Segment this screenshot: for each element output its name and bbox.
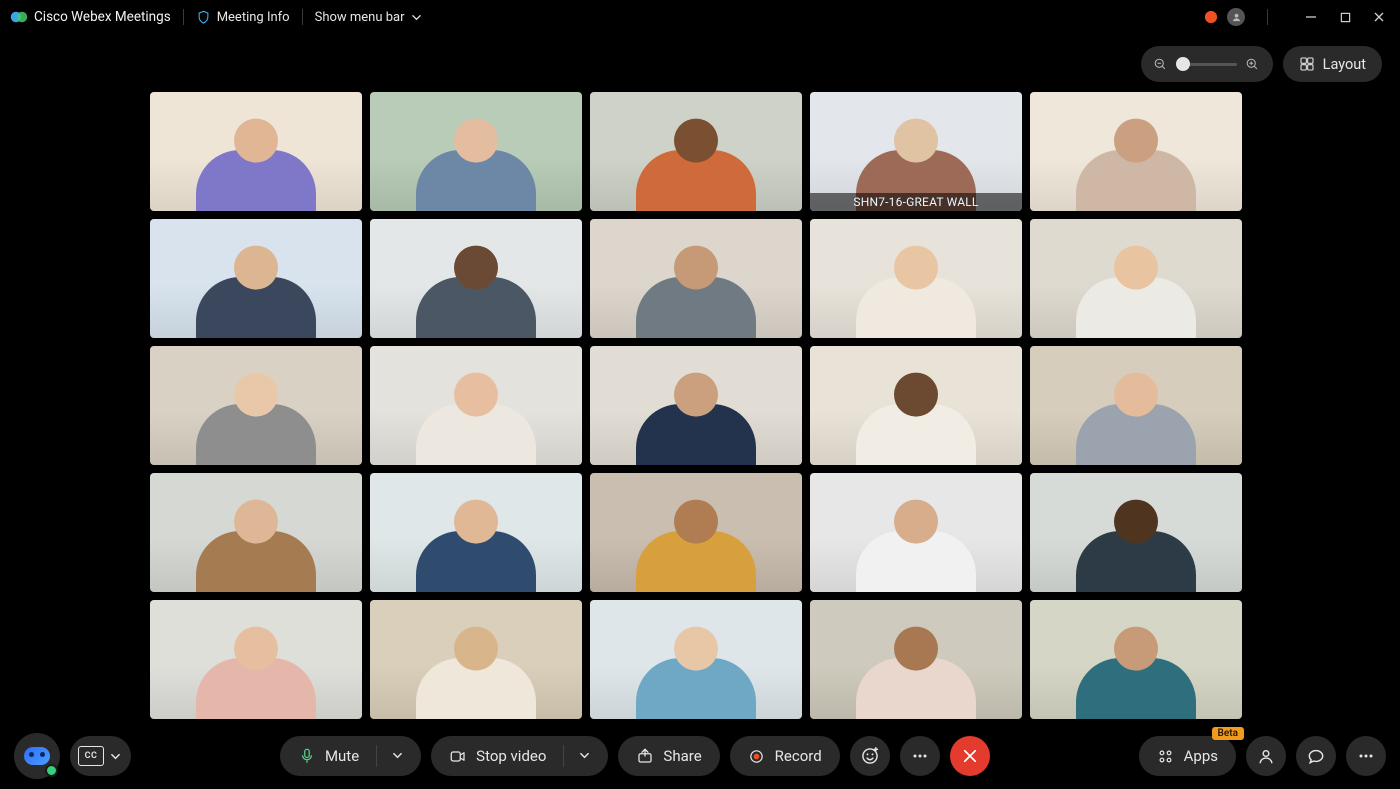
shield-icon <box>196 10 211 25</box>
zoom-out-button[interactable] <box>1153 56 1169 72</box>
cc-icon: CC <box>78 746 104 766</box>
participant-tile[interactable] <box>370 92 582 211</box>
maximize-button[interactable] <box>1338 10 1352 24</box>
participant-tile[interactable] <box>810 473 1022 592</box>
layout-icon <box>1299 56 1315 72</box>
video-options-button[interactable] <box>569 747 590 765</box>
participant-tile[interactable] <box>590 473 802 592</box>
participant-tile[interactable]: SHN7-16-GREAT WALL <box>810 92 1022 211</box>
user-avatar[interactable] <box>1227 8 1245 26</box>
camera-icon <box>449 747 467 765</box>
record-label: Record <box>775 747 822 765</box>
share-icon <box>636 747 654 765</box>
apps-label: Apps <box>1184 747 1218 765</box>
separator <box>183 9 184 25</box>
chevron-down-icon <box>110 751 121 762</box>
participant-tile[interactable] <box>370 600 582 719</box>
participant-tile[interactable] <box>150 600 362 719</box>
app-name: Cisco Webex Meetings <box>34 9 171 25</box>
captions-button[interactable]: CC <box>70 736 131 776</box>
participant-tile[interactable] <box>1030 346 1242 465</box>
layout-button[interactable]: Layout <box>1283 46 1382 82</box>
participant-tile[interactable] <box>370 473 582 592</box>
title-bar: Cisco Webex Meetings Meeting Info Show m… <box>0 0 1400 34</box>
apps-icon <box>1157 747 1175 765</box>
mute-button[interactable]: Mute <box>280 736 421 776</box>
presence-indicator <box>45 764 58 777</box>
recording-indicator-icon <box>1205 11 1217 23</box>
assistant-button[interactable] <box>14 733 60 779</box>
participants-panel-button[interactable] <box>1246 736 1286 776</box>
assistant-icon <box>24 747 50 765</box>
participant-tile[interactable] <box>370 346 582 465</box>
chat-panel-button[interactable] <box>1296 736 1336 776</box>
participant-tile[interactable] <box>1030 219 1242 338</box>
chevron-down-icon <box>579 750 590 761</box>
separator <box>1267 9 1268 25</box>
more-options-button[interactable] <box>900 736 940 776</box>
participant-tile[interactable] <box>590 92 802 211</box>
participant-tile[interactable] <box>590 346 802 465</box>
apps-button[interactable]: Apps Beta <box>1139 736 1236 776</box>
beta-badge: Beta <box>1212 727 1244 740</box>
zoom-control <box>1141 46 1273 82</box>
participant-tile[interactable] <box>150 346 362 465</box>
participants-grid: SHN7-16-GREAT WALL <box>150 92 1242 719</box>
menu-bar-label: Show menu bar <box>315 10 405 25</box>
participant-tile[interactable] <box>150 219 362 338</box>
participant-name: SHN7-16-GREAT WALL <box>810 193 1022 211</box>
reactions-button[interactable] <box>850 736 890 776</box>
participant-tile[interactable] <box>370 219 582 338</box>
participant-tile[interactable] <box>1030 92 1242 211</box>
participant-tile[interactable] <box>810 346 1022 465</box>
participant-tile[interactable] <box>150 473 362 592</box>
show-menu-bar-button[interactable]: Show menu bar <box>315 10 422 25</box>
participant-tile[interactable] <box>1030 473 1242 592</box>
reactions-icon <box>860 746 880 766</box>
chevron-down-icon <box>411 12 422 23</box>
separator <box>302 9 303 25</box>
close-icon <box>961 747 979 765</box>
meeting-info-label: Meeting Info <box>217 10 290 25</box>
participant-tile[interactable] <box>1030 600 1242 719</box>
share-label: Share <box>663 747 701 765</box>
participant-tile[interactable] <box>590 600 802 719</box>
more-icon <box>1356 746 1376 766</box>
stop-video-button[interactable]: Stop video <box>431 736 608 776</box>
minimize-button[interactable] <box>1304 10 1318 24</box>
participants-icon <box>1256 746 1276 766</box>
end-meeting-button[interactable] <box>950 736 990 776</box>
participant-tile[interactable] <box>810 219 1022 338</box>
webex-logo-icon <box>10 8 28 26</box>
share-button[interactable]: Share <box>618 736 719 776</box>
participant-tile[interactable] <box>590 219 802 338</box>
participant-tile[interactable] <box>150 92 362 211</box>
layout-label: Layout <box>1323 56 1366 73</box>
mute-options-button[interactable] <box>382 747 403 765</box>
chevron-down-icon <box>392 750 403 761</box>
microphone-icon <box>298 747 316 765</box>
zoom-slider[interactable] <box>1177 63 1237 66</box>
meeting-info-button[interactable]: Meeting Info <box>196 10 290 25</box>
chat-icon <box>1306 746 1326 766</box>
panel-options-button[interactable] <box>1346 736 1386 776</box>
mute-label: Mute <box>325 747 359 765</box>
more-icon <box>910 746 930 766</box>
zoom-in-button[interactable] <box>1245 56 1261 72</box>
record-icon <box>748 747 766 765</box>
close-button[interactable] <box>1372 10 1386 24</box>
stop-video-label: Stop video <box>476 747 546 765</box>
control-bar: CC Mute Stop video <box>0 723 1400 789</box>
record-button[interactable]: Record <box>730 736 840 776</box>
participant-tile[interactable] <box>810 600 1022 719</box>
